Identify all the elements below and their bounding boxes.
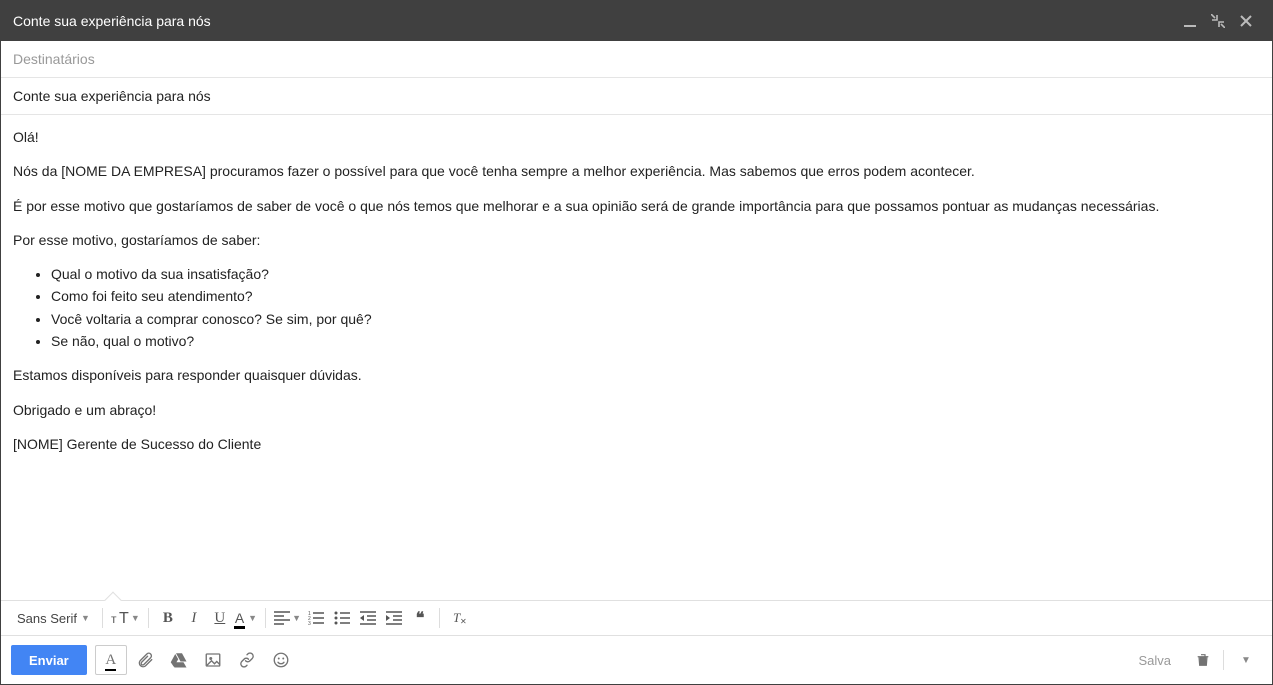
- separator: [102, 608, 103, 628]
- close-button[interactable]: [1232, 7, 1260, 35]
- body-paragraph: É por esse motivo que gostaríamos de sab…: [13, 196, 1260, 216]
- italic-button[interactable]: I: [181, 605, 207, 631]
- remove-formatting-icon: T✕: [451, 610, 467, 626]
- numbered-list-icon: 123: [308, 611, 324, 625]
- insert-photo-button[interactable]: [197, 645, 229, 675]
- align-icon: [274, 611, 290, 625]
- recipients-row[interactable]: [1, 41, 1272, 78]
- drive-icon: [170, 651, 188, 669]
- paperclip-icon: [136, 651, 154, 669]
- format-toolbar: Sans Serif ▼ тT ▼ B I U A ▼ ▼ 123: [1, 600, 1272, 636]
- title-bar: Conte sua experiência para nós: [1, 1, 1272, 41]
- remove-formatting-button[interactable]: T✕: [446, 605, 472, 631]
- body-paragraph: Por esse motivo, gostaríamos de saber:: [13, 230, 1260, 250]
- chevron-down-icon: ▼: [1241, 655, 1251, 666]
- indent-more-icon: [386, 611, 402, 625]
- bold-button[interactable]: B: [155, 605, 181, 631]
- minimize-button[interactable]: [1176, 7, 1204, 35]
- indent-more-button[interactable]: [381, 605, 407, 631]
- numbered-list-button[interactable]: 123: [303, 605, 329, 631]
- bottom-bar: Enviar A Salva ▼: [1, 636, 1272, 684]
- more-options-button[interactable]: ▼: [1230, 645, 1262, 675]
- separator: [1223, 650, 1224, 670]
- body-bullet-list: Qual o motivo da sua insatisfação? Como …: [51, 264, 1260, 351]
- separator: [265, 608, 266, 628]
- chevron-down-icon: ▼: [292, 613, 301, 623]
- recipients-input[interactable]: [13, 51, 1260, 67]
- body-paragraph: Obrigado e um abraço!: [13, 400, 1260, 420]
- italic-icon: I: [191, 610, 196, 627]
- font-size-button[interactable]: тT ▼: [109, 605, 142, 631]
- quote-button[interactable]: ❝: [407, 605, 433, 631]
- toggle-format-button[interactable]: A: [95, 645, 127, 675]
- exit-fullscreen-button[interactable]: [1204, 7, 1232, 35]
- indent-less-icon: [360, 611, 376, 625]
- trash-icon: [1195, 651, 1211, 669]
- insert-emoji-button[interactable]: [265, 645, 297, 675]
- font-size-icon: тT: [111, 610, 131, 626]
- svg-text:✕: ✕: [460, 617, 467, 626]
- list-item: Como foi feito seu atendimento?: [51, 286, 1260, 306]
- link-icon: [237, 651, 257, 669]
- save-status: Salva: [1138, 653, 1171, 668]
- font-family-select[interactable]: Sans Serif ▼: [7, 605, 96, 631]
- font-family-label: Sans Serif: [17, 611, 77, 626]
- body-paragraph: [NOME] Gerente de Sucesso do Cliente: [13, 434, 1260, 454]
- discard-draft-button[interactable]: [1187, 645, 1219, 675]
- underline-button[interactable]: U: [207, 605, 233, 631]
- bullet-list-button[interactable]: [329, 605, 355, 631]
- emoji-icon: [272, 651, 290, 669]
- bullet-list-icon: [334, 611, 350, 625]
- separator: [439, 608, 440, 628]
- align-button[interactable]: ▼: [272, 605, 303, 631]
- subject-row[interactable]: [1, 78, 1272, 115]
- attach-file-button[interactable]: [129, 645, 161, 675]
- list-item: Qual o motivo da sua insatisfação?: [51, 264, 1260, 284]
- image-icon: [204, 651, 222, 669]
- body-paragraph: Olá!: [13, 127, 1260, 147]
- window-title: Conte sua experiência para nós: [13, 13, 1176, 29]
- bold-icon: B: [163, 610, 173, 627]
- separator: [148, 608, 149, 628]
- underline-icon: U: [214, 610, 225, 627]
- indent-less-button[interactable]: [355, 605, 381, 631]
- list-item: Se não, qual o motivo?: [51, 331, 1260, 351]
- body-paragraph: Nós da [NOME DA EMPRESA] procuramos faze…: [13, 161, 1260, 181]
- svg-text:T: T: [119, 610, 129, 626]
- chevron-down-icon: ▼: [81, 613, 90, 623]
- send-button[interactable]: Enviar: [11, 645, 87, 675]
- body-paragraph: Estamos disponíveis para responder quais…: [13, 365, 1260, 385]
- exit-fullscreen-icon: [1211, 14, 1225, 28]
- chevron-down-icon: ▼: [131, 613, 140, 623]
- email-body-editor[interactable]: Olá! Nós da [NOME DA EMPRESA] procuramos…: [1, 115, 1272, 600]
- minimize-icon: [1183, 14, 1197, 28]
- insert-drive-button[interactable]: [163, 645, 195, 675]
- svg-text:т: т: [111, 612, 117, 626]
- close-icon: [1239, 14, 1253, 28]
- text-color-icon: A: [235, 610, 244, 626]
- chevron-down-icon: ▼: [248, 613, 257, 623]
- quote-icon: ❝: [416, 608, 425, 628]
- compose-window: Conte sua experiência para nós Olá! Nós …: [0, 0, 1273, 685]
- text-color-button[interactable]: A ▼: [233, 605, 259, 631]
- subject-input[interactable]: [13, 88, 1260, 104]
- list-item: Você voltaria a comprar conosco? Se sim,…: [51, 309, 1260, 329]
- format-icon: A: [105, 652, 116, 669]
- insert-link-button[interactable]: [231, 645, 263, 675]
- svg-text:3: 3: [308, 621, 311, 625]
